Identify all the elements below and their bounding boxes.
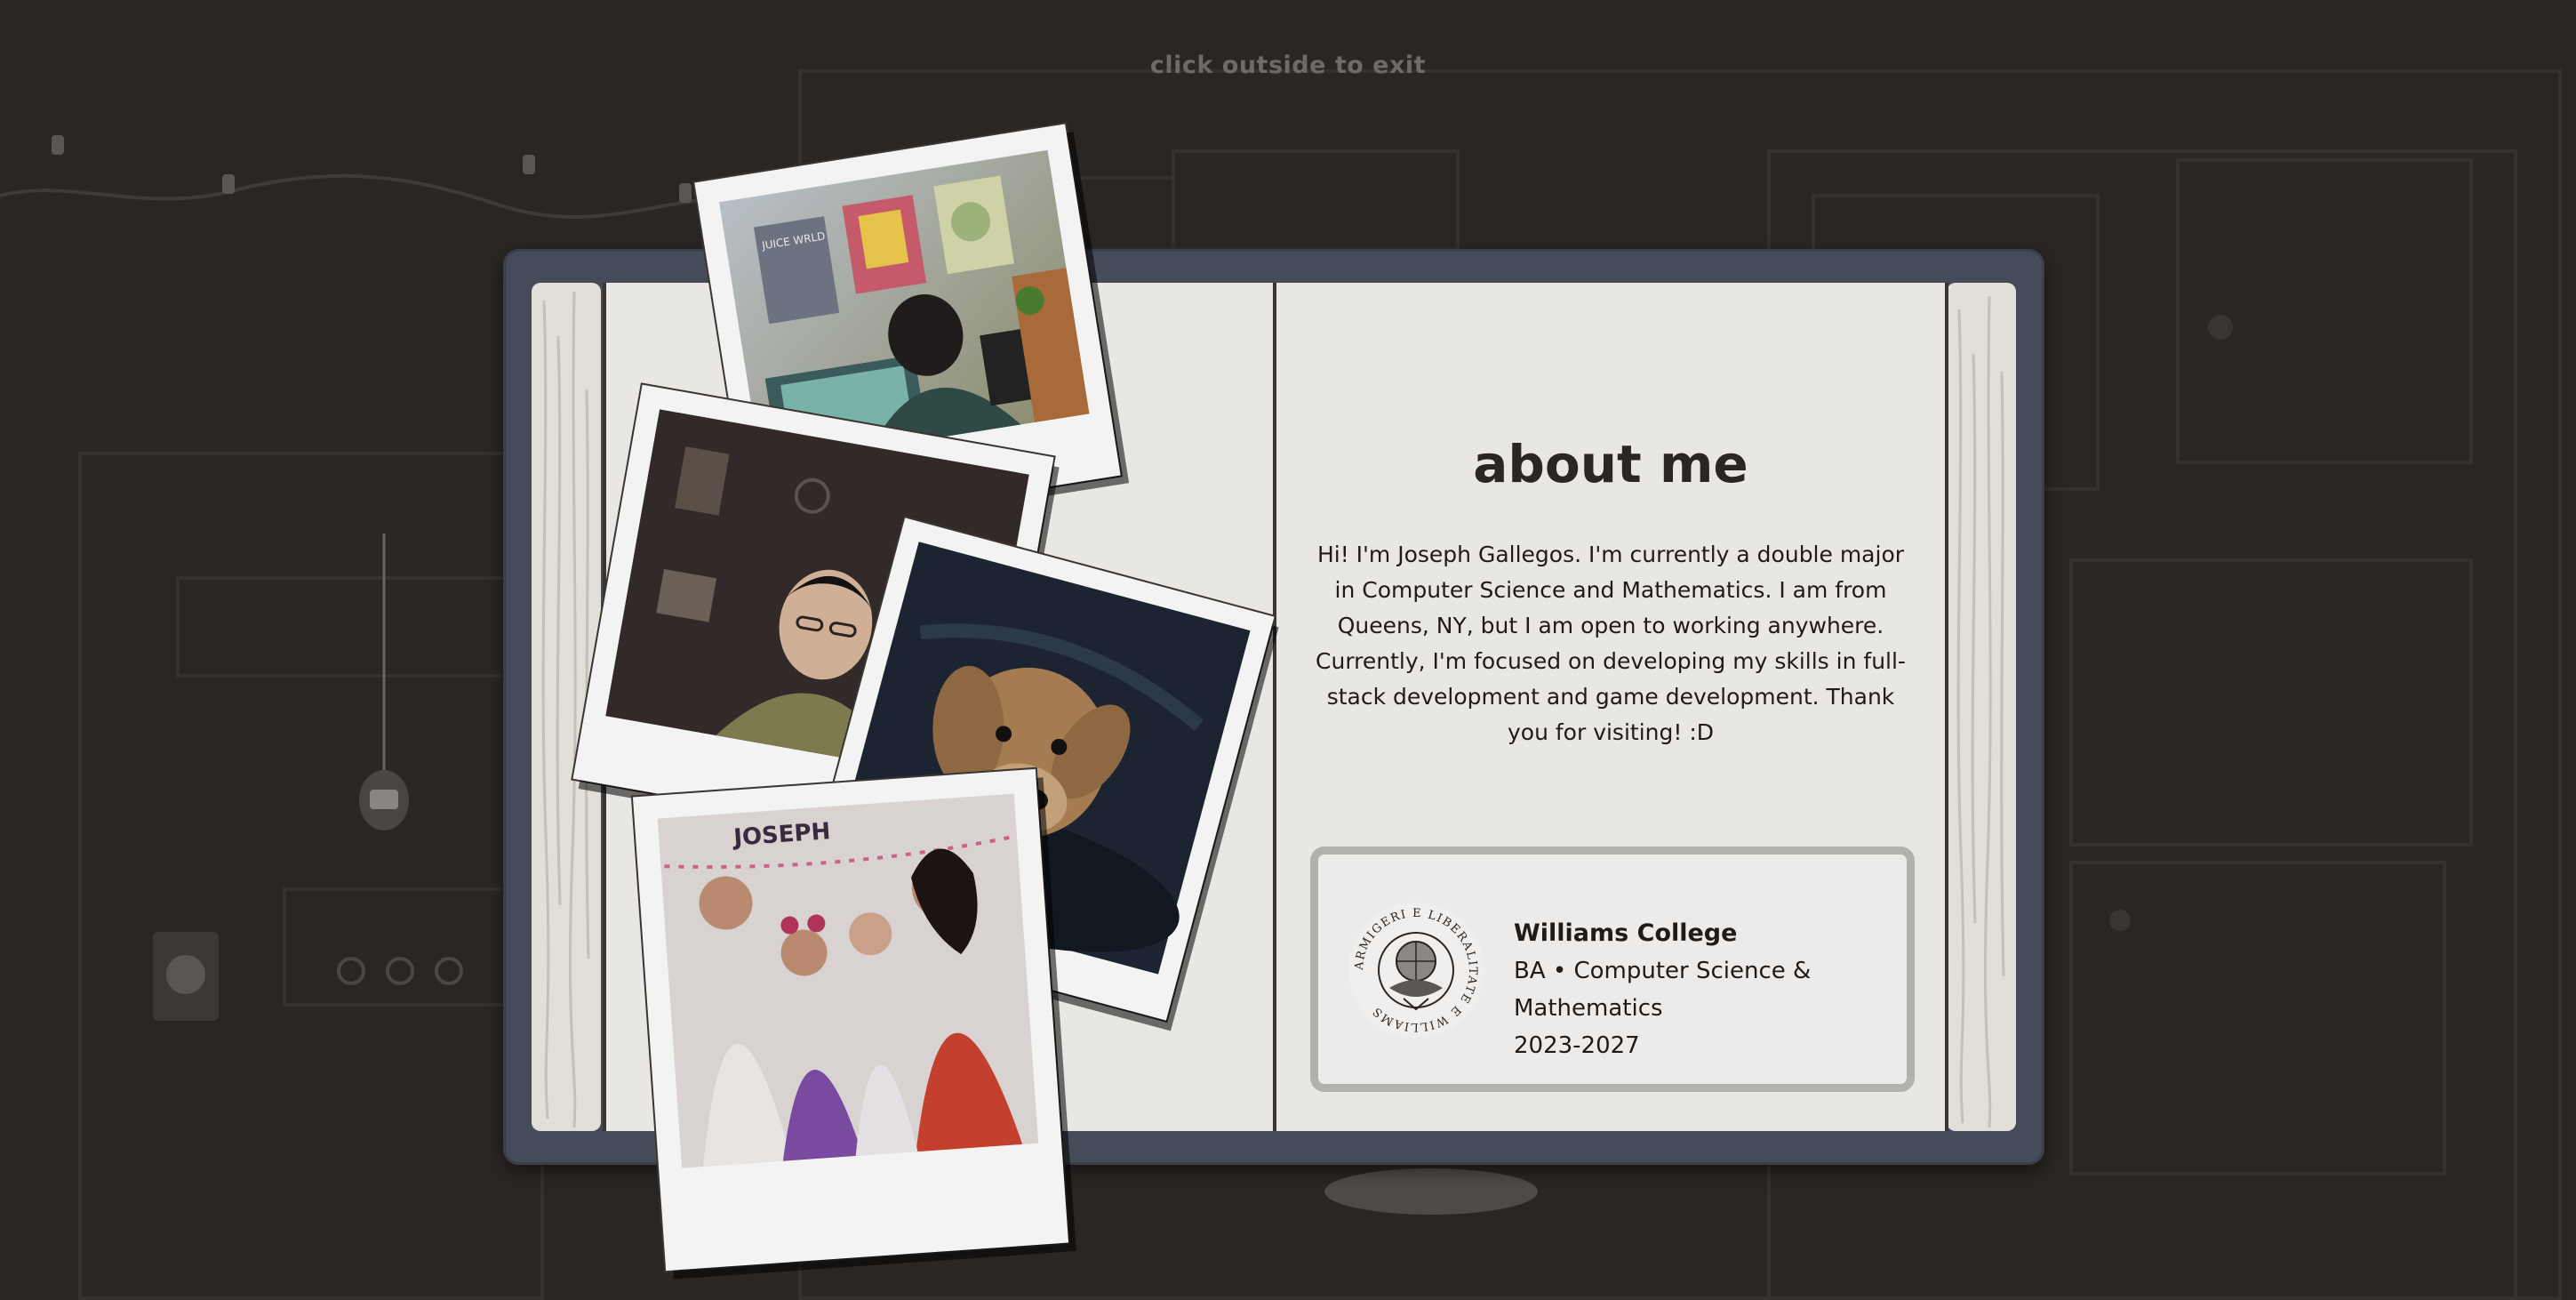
exit-hint[interactable]: click outside to exit (0, 52, 2576, 79)
degree-text: BA • Computer Science & Mathematics (1514, 958, 1812, 1022)
right-page: about me Hi! I'm Joseph Gallegos. I'm cu… (1273, 283, 1948, 1131)
years-text: 2023-2027 (1514, 1032, 1640, 1059)
page-title: about me (1473, 434, 1748, 494)
school-name: Williams College (1514, 919, 1738, 947)
book-spine-right (1947, 283, 2016, 1131)
williams-seal-icon: ARMIGERI E LIBERALITATE E WILLIAMS (1348, 903, 1484, 1038)
education-card: ARMIGERI E LIBERALITATE E WILLIAMS Willi… (1310, 847, 1915, 1092)
bio-text: Hi! I'm Joseph Gallegos. I'm currently a… (1316, 542, 1906, 745)
photo-family[interactable]: JOSEPH (632, 768, 1069, 1272)
